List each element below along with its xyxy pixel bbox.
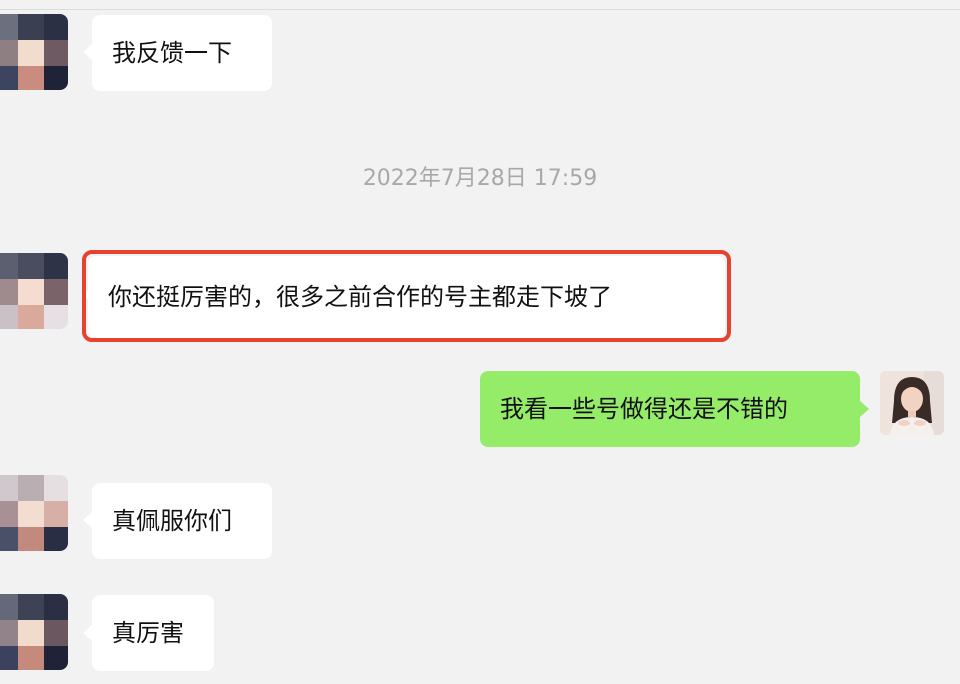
message-text: 我反馈一下 bbox=[112, 39, 232, 67]
contact-avatar[interactable] bbox=[0, 253, 68, 329]
message-bubble-outgoing[interactable]: 我看一些号做得还是不错的 bbox=[480, 371, 860, 447]
message-text: 真佩服你们 bbox=[112, 507, 232, 535]
bubble-tail bbox=[83, 625, 92, 641]
contact-avatar[interactable] bbox=[0, 14, 68, 90]
bubble-tail bbox=[83, 512, 92, 528]
message-bubble-incoming[interactable]: 我反馈一下 bbox=[92, 15, 272, 91]
message-timestamp: 2022年7月28日 17:59 bbox=[362, 166, 598, 191]
message-text: 我看一些号做得还是不错的 bbox=[500, 395, 788, 423]
highlight-box bbox=[82, 250, 731, 342]
message-text: 真厉害 bbox=[112, 619, 184, 647]
message-bubble-incoming[interactable]: 真佩服你们 bbox=[92, 483, 272, 559]
bubble-tail bbox=[860, 401, 869, 417]
top-divider bbox=[0, 9, 960, 10]
contact-avatar[interactable] bbox=[0, 475, 68, 551]
contact-avatar[interactable] bbox=[0, 594, 68, 670]
self-avatar[interactable] bbox=[880, 371, 944, 435]
bubble-tail bbox=[83, 44, 92, 60]
message-bubble-incoming[interactable]: 真厉害 bbox=[92, 595, 214, 671]
user-photo-icon bbox=[880, 371, 944, 435]
